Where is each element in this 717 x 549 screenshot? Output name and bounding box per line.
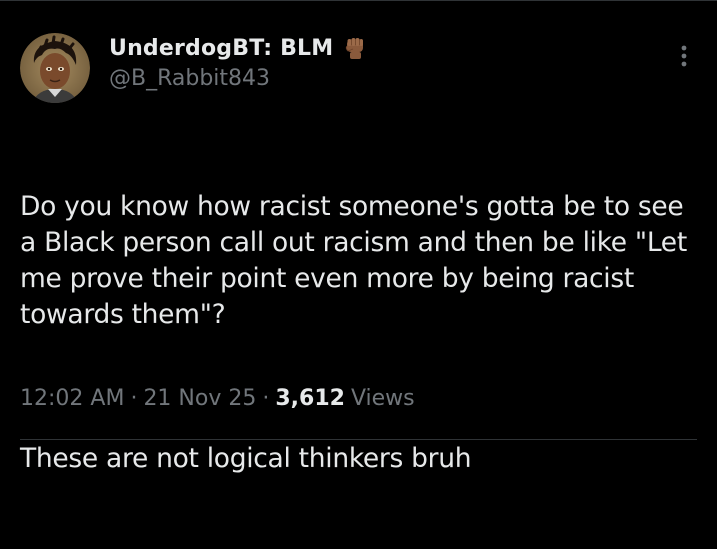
avatar[interactable] (20, 33, 90, 103)
more-vertical-icon (681, 45, 687, 67)
display-name[interactable]: UnderdogBT: BLM (109, 36, 333, 61)
user-handle[interactable]: @B_Rabbit843 (109, 66, 369, 91)
meta-separator: · (130, 386, 138, 411)
tweet-date[interactable]: 21 Nov 25 (143, 386, 256, 411)
raised-fist-icon (341, 34, 369, 62)
tweet-paragraph: Do you know how racist someone's gotta b… (20, 191, 696, 330)
tweet-paragraph: These are not logical thinkers bruh (20, 443, 472, 474)
tweet-time[interactable]: 12:02 AM (20, 386, 124, 411)
avatar-image (20, 33, 90, 103)
views-count[interactable]: 3,612 (275, 386, 345, 411)
author-block: UnderdogBT: BLM @B_Rabbit843 (109, 34, 369, 91)
bottom-divider (20, 439, 697, 440)
display-name-row: UnderdogBT: BLM (109, 34, 369, 62)
more-options-button[interactable] (672, 40, 696, 72)
tweet-text: Do you know how racist someone's gotta b… (20, 117, 700, 549)
meta-separator: · (262, 386, 270, 411)
tweet-meta: 12:02 AM · 21 Nov 25 · 3,612 Views (20, 386, 415, 411)
views-label[interactable]: Views (351, 386, 415, 411)
tweet: UnderdogBT: BLM @B_Rabbit843 Do you know… (0, 0, 717, 474)
